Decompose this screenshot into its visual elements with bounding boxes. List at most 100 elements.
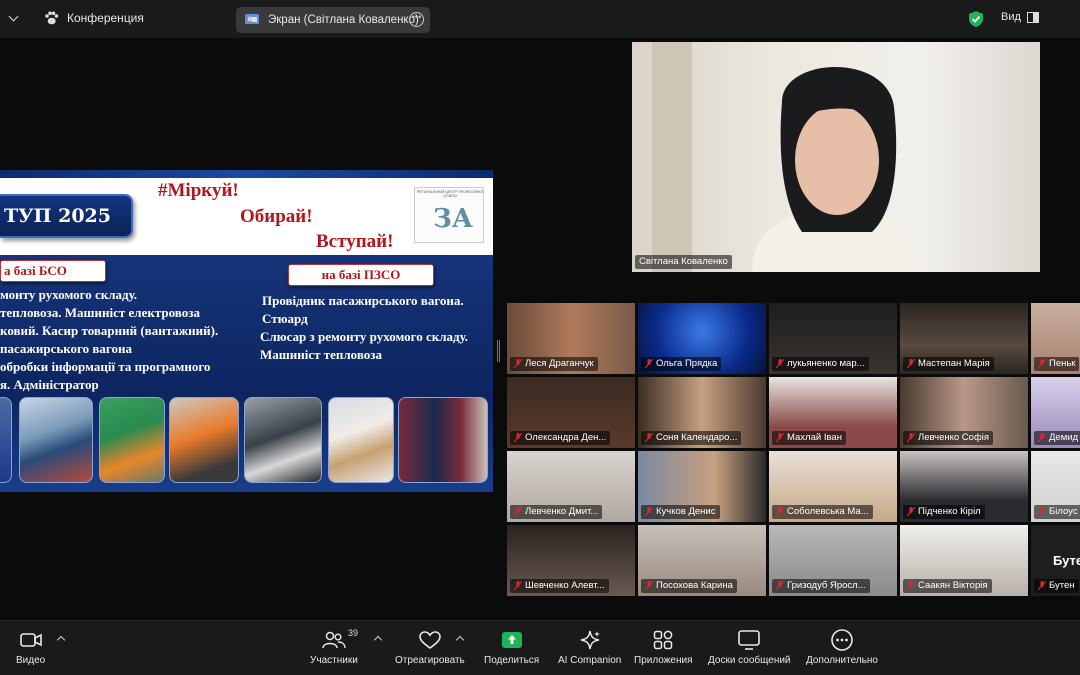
participant-name-tag: Білоус bbox=[1034, 505, 1080, 519]
header-stripe bbox=[0, 170, 493, 178]
slide-photo bbox=[99, 397, 165, 483]
muted-mic-icon bbox=[1038, 359, 1046, 369]
muted-mic-icon bbox=[645, 433, 653, 443]
logo-letters: ЗА bbox=[433, 204, 473, 234]
video-options-caret[interactable] bbox=[56, 635, 66, 645]
participant-name: Гризодуб Яросл... bbox=[787, 580, 866, 591]
speaker-name: Світлана Коваленко bbox=[639, 256, 728, 267]
muted-mic-icon bbox=[514, 433, 522, 443]
screen-share-pill[interactable]: Экран (Світлана Коваленко) ••• bbox=[236, 7, 430, 33]
participant-name: Шевченко Алевт... bbox=[525, 580, 605, 591]
participant-name: Олександра Ден... bbox=[525, 432, 607, 443]
participants-options-caret[interactable] bbox=[373, 635, 383, 645]
slide-photo bbox=[19, 397, 93, 483]
apps-button[interactable]: Приложения bbox=[634, 627, 693, 666]
participant-tile[interactable]: Білоус bbox=[1031, 451, 1080, 522]
participant-name-tag: Кучков Денис bbox=[641, 505, 720, 519]
participant-tile[interactable]: лукьяненко мар... bbox=[769, 303, 897, 374]
right-line-1: Провідник пасажирського вагона. bbox=[262, 293, 464, 308]
muted-mic-icon bbox=[514, 581, 522, 591]
muted-mic-icon bbox=[907, 507, 915, 517]
muted-mic-icon bbox=[1038, 581, 1046, 591]
speaker-video-frame bbox=[652, 42, 922, 272]
whiteboards-label: Доски сообщений bbox=[708, 655, 791, 666]
participant-tile[interactable]: Шевченко Алевт... bbox=[507, 525, 635, 596]
participant-name: Підченко Кіріл bbox=[918, 506, 981, 517]
ai-companion-button[interactable]: AI Companion bbox=[558, 627, 621, 666]
participant-name-tag: Махлай Іван bbox=[772, 431, 846, 445]
paw-icon bbox=[45, 11, 59, 25]
participant-tile[interactable]: Саакян Вікторія bbox=[900, 525, 1028, 596]
participant-name-tag: Посохова Карина bbox=[641, 579, 737, 593]
participant-tile[interactable]: Пеньк bbox=[1031, 303, 1080, 374]
participant-name-tag: Олександра Ден... bbox=[510, 431, 611, 445]
security-shield-icon[interactable] bbox=[969, 11, 983, 27]
participant-name-tag: Левченко Дмит... bbox=[510, 505, 603, 519]
heart-icon bbox=[419, 631, 441, 649]
participant-name-tag: лукьяненко мар... bbox=[772, 357, 869, 371]
participant-tile[interactable]: Гризодуб Яросл... bbox=[769, 525, 897, 596]
participant-tile[interactable]: Мастепан Марія bbox=[900, 303, 1028, 374]
view-label: Вид bbox=[1001, 11, 1021, 23]
muted-mic-icon bbox=[776, 581, 784, 591]
participant-name: Кучков Денис bbox=[656, 506, 716, 517]
slogan-1: #Міркуй! bbox=[158, 180, 239, 201]
view-menu[interactable]: Вид bbox=[1001, 11, 1039, 23]
participant-tile[interactable]: Махлай Іван bbox=[769, 377, 897, 448]
participant-name: Соня Календаро... bbox=[656, 432, 738, 443]
participant-name-tag: Саакян Вікторія bbox=[903, 579, 992, 593]
participants-count: 39 bbox=[348, 628, 359, 638]
muted-mic-icon bbox=[645, 581, 653, 591]
participant-tile[interactable]: Олександра Ден... bbox=[507, 377, 635, 448]
more-label: Дополнительно bbox=[806, 655, 878, 666]
participant-tile[interactable]: Ольга Прядка bbox=[638, 303, 766, 374]
participant-tile[interactable]: Підченко Кіріл bbox=[900, 451, 1028, 522]
participant-tile[interactable]: Левченко Дмит... bbox=[507, 451, 635, 522]
left-line-6: я. Адміністратор bbox=[0, 377, 99, 392]
muted-mic-icon bbox=[907, 581, 915, 591]
muted-mic-icon bbox=[776, 507, 784, 517]
more-button[interactable]: Дополнительно bbox=[806, 627, 878, 666]
participant-tile[interactable]: Леся Драганчук bbox=[507, 303, 635, 374]
slide-title: ТУП 2025 bbox=[0, 194, 133, 238]
video-button[interactable]: Видео bbox=[16, 627, 45, 666]
more-options-icon[interactable]: ••• bbox=[409, 12, 424, 27]
react-label: Отреагировать bbox=[395, 655, 465, 666]
sparkle-icon bbox=[580, 630, 600, 650]
participants-label: Участники bbox=[310, 655, 358, 666]
slide-photo-strip bbox=[0, 397, 493, 485]
participant-tile[interactable]: Соболевська Ма... bbox=[769, 451, 897, 522]
participant-tile[interactable]: Демид bbox=[1031, 377, 1080, 448]
participant-name-tag: Демид bbox=[1034, 431, 1080, 445]
screen-share-icon bbox=[245, 14, 259, 24]
splitter-handle[interactable] bbox=[497, 340, 500, 362]
video-label: Видео bbox=[16, 655, 46, 666]
react-button[interactable]: Отреагировать bbox=[395, 627, 465, 666]
participant-name: Бутен bbox=[1049, 580, 1075, 591]
participant-name: Посохова Карина bbox=[656, 580, 733, 591]
participant-name: Ольга Прядка bbox=[656, 358, 718, 369]
participant-tile[interactable]: Посохова Карина bbox=[638, 525, 766, 596]
meeting-label: Конференция bbox=[67, 11, 144, 25]
participant-name: Пеньк bbox=[1049, 358, 1076, 369]
participant-tile[interactable]: Буте Бутен bbox=[1031, 525, 1080, 596]
muted-mic-icon bbox=[776, 433, 784, 443]
participant-tile[interactable]: Левченко Софія bbox=[900, 377, 1028, 448]
left-line-1: монту рухомого складу. bbox=[0, 287, 138, 302]
chevron-left-icon[interactable] bbox=[8, 11, 19, 22]
slogan-3: Вступай! bbox=[316, 231, 394, 252]
meeting-info[interactable]: Конференция bbox=[44, 11, 144, 25]
right-line-4: Машиніст тепловоза bbox=[260, 347, 383, 362]
muted-mic-icon bbox=[1038, 507, 1046, 517]
participants-icon bbox=[322, 631, 346, 649]
slide-photo bbox=[169, 397, 239, 483]
share-screen-icon bbox=[501, 632, 522, 648]
participant-tile[interactable]: Соня Календаро... bbox=[638, 377, 766, 448]
muted-mic-icon bbox=[907, 359, 915, 369]
share-button[interactable]: Поделиться bbox=[484, 627, 539, 666]
participant-name-tag: Підченко Кіріл bbox=[903, 505, 985, 519]
participant-tile[interactable]: Кучков Денис bbox=[638, 451, 766, 522]
whiteboards-button[interactable]: Доски сообщений bbox=[708, 627, 791, 666]
active-speaker-video[interactable]: Світлана Коваленко bbox=[632, 42, 1040, 272]
right-line-2: Стюард bbox=[262, 311, 308, 326]
